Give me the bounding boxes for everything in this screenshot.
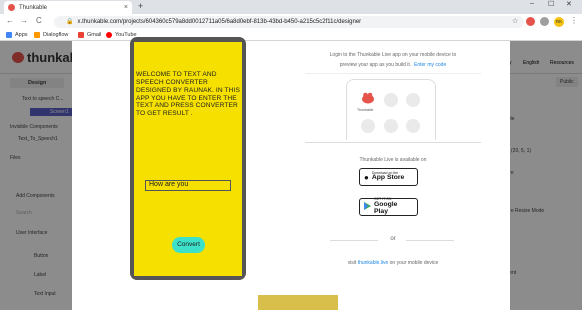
placeholder-app-icon (406, 93, 420, 107)
visit-suffix: on your mobile device (388, 260, 439, 266)
minimize-icon[interactable]: – (530, 0, 534, 7)
google-play-badge[interactable]: GET IT ON Google Play (359, 198, 418, 216)
text-input-field[interactable]: How are you (145, 180, 231, 191)
divider (305, 142, 481, 143)
extension-icon[interactable] (540, 17, 549, 26)
login-instructions-text: preview your app as you build it. (339, 62, 412, 68)
login-instructions-line2: preview your app as you build it. Enter … (305, 62, 481, 68)
welcome-label: WELCOME TO TEXT AND SPEECH CONVERTER DES… (136, 71, 240, 118)
browser-tab-strip: Thunkable × + – ☐ ✕ (0, 0, 582, 14)
bottom-toolbar-strip (258, 295, 338, 310)
visit-instructions: visit thunkable.live on your mobile devi… (305, 260, 481, 266)
back-icon[interactable]: ← (6, 16, 14, 25)
bookmark-label: Gmail (87, 32, 102, 38)
url-text: x.thunkable.com/projects/604360c579a8dd0… (77, 19, 362, 25)
google-play-icon (364, 202, 371, 212)
availability-text: Thunkable Live is available on (359, 157, 427, 163)
placeholder-app-icon (384, 93, 398, 107)
divider (305, 73, 481, 74)
forward-icon[interactable]: → (20, 16, 28, 25)
apple-icon: ● (364, 172, 369, 182)
google-play-name: Google Play (374, 200, 398, 215)
lock-icon: 🔒 (66, 19, 74, 25)
placeholder-app-icon (384, 119, 398, 133)
dialogflow-icon (34, 32, 40, 38)
thunkable-live-link[interactable]: thunkable.live (358, 260, 389, 266)
app-store-name: App Store (371, 174, 405, 182)
address-bar-row: ← → C 🔒 x.thunkable.com/projects/604360c5… (0, 14, 582, 30)
placeholder-app-icon (406, 119, 420, 133)
bookmark-star-icon[interactable]: ☆ (512, 17, 518, 25)
youtube-icon (106, 32, 112, 38)
or-text: or (390, 236, 396, 242)
tab-close-icon[interactable]: × (124, 4, 128, 11)
bookmark-dialogflow[interactable]: Dialogflow (34, 32, 68, 38)
profile-avatar[interactable]: RK (554, 17, 564, 27)
extension-icon[interactable] (526, 17, 535, 26)
bookmark-apps[interactable]: Apps (6, 32, 28, 38)
thunkable-logo-icon (361, 91, 375, 105)
reload-icon[interactable]: C (36, 16, 42, 25)
visit-prefix: visit (347, 260, 358, 266)
maximize-icon[interactable]: ☐ (548, 0, 554, 8)
live-app-mockup: Thunkable (346, 79, 436, 140)
bookmark-label: Dialogflow (43, 32, 69, 38)
mockup-app-label: Thunkable (357, 108, 374, 112)
gmail-icon (78, 32, 84, 38)
convert-button[interactable]: Convert (172, 237, 205, 253)
url-field[interactable]: 🔒 x.thunkable.com/projects/604360c579a8dd… (54, 16, 524, 28)
bookmark-label: Apps (15, 32, 28, 38)
thunkable-favicon-icon (8, 4, 15, 11)
login-instructions-line1: Login to the Thunkable Live app on your … (329, 52, 457, 58)
tab-title: Thunkable (19, 4, 48, 11)
bookmarks-bar: Apps Dialogflow Gmail YouTube (0, 30, 582, 41)
placeholder-app-icon (361, 119, 375, 133)
browser-tab[interactable]: Thunkable × (4, 1, 132, 14)
new-tab-button[interactable]: + (138, 1, 143, 11)
close-window-icon[interactable]: ✕ (566, 0, 572, 8)
bookmark-gmail[interactable]: Gmail (78, 32, 101, 38)
apps-grid-icon (6, 32, 12, 38)
modal-backdrop[interactable] (0, 41, 582, 310)
app-store-badge[interactable]: ● Download on the App Store (359, 168, 418, 186)
or-divider-right (406, 240, 454, 241)
menu-kebab-icon[interactable]: ⋮ (570, 16, 578, 25)
bookmark-youtube[interactable]: YouTube (106, 32, 137, 38)
enter-code-link[interactable]: Enter my code (414, 62, 446, 68)
